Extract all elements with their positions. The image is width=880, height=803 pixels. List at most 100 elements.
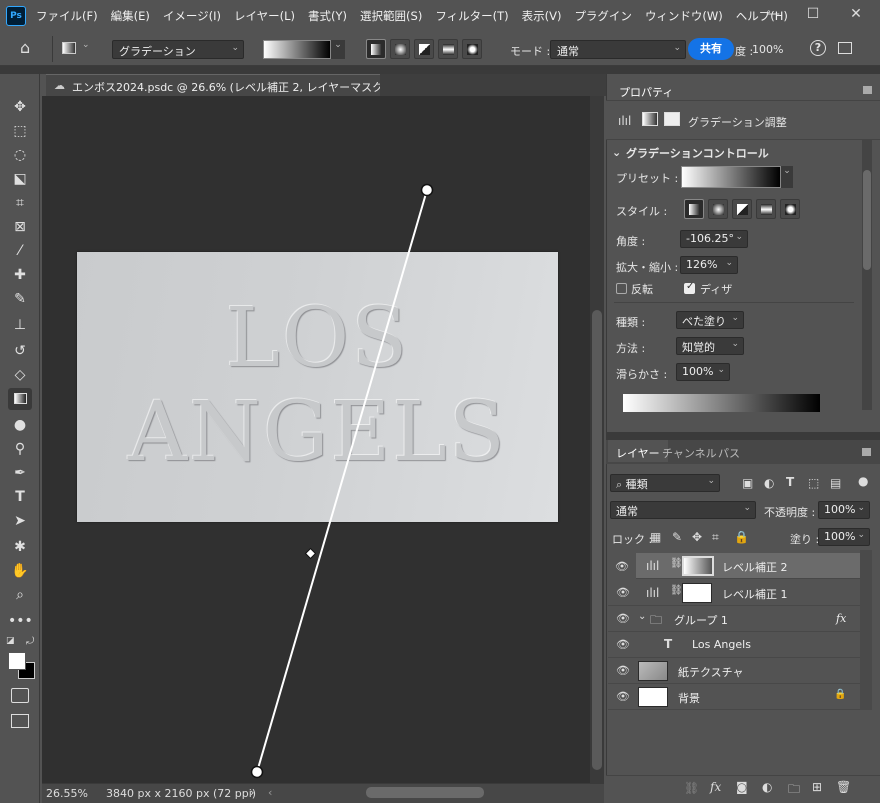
stamp-tool-icon[interactable]: ⊥ (8, 314, 32, 336)
workspace-icon[interactable] (838, 42, 852, 54)
screen-mode-icon[interactable] (11, 714, 29, 728)
status-menu-arrow[interactable]: › (250, 786, 254, 799)
blur-tool-icon[interactable]: ● (8, 414, 32, 436)
visibility-eye-icon[interactable]: 👁 (616, 690, 630, 703)
gradient-ramp-bar[interactable] (623, 394, 820, 412)
zoom-level[interactable]: 26.55% (46, 787, 88, 800)
move-tool-icon[interactable]: ✥ (8, 96, 32, 118)
scroll-left-icon[interactable]: ‹ (268, 786, 272, 799)
blend-mode-dropdown[interactable]: 通常 ⌄ (550, 40, 686, 59)
visibility-eye-icon[interactable]: 👁 (615, 560, 629, 573)
style-angle-button[interactable] (732, 199, 752, 219)
menu-edit[interactable]: 編集(E) (111, 8, 150, 24)
menu-view[interactable]: 表示(V) (522, 8, 562, 24)
visibility-eye-icon[interactable]: 👁 (616, 638, 630, 651)
share-button[interactable]: 共有 (688, 38, 734, 60)
layer-blend-mode-dropdown[interactable]: 通常 ⌄ (610, 501, 756, 519)
gradient-mode-dropdown[interactable]: グラデーション ⌄ (112, 40, 244, 59)
menu-filter[interactable]: フィルター(T) (435, 8, 508, 24)
menu-file[interactable]: ファイル(F) (36, 8, 98, 24)
path-selection-tool-icon[interactable]: ➤ (8, 510, 32, 532)
menu-plugins[interactable]: プラグイン (574, 8, 632, 24)
shape-tool-icon[interactable]: ✱ (8, 536, 32, 558)
gradient-start-handle[interactable] (420, 183, 434, 197)
lock-artboard-icon[interactable]: ⌗ (712, 530, 719, 545)
section-chevron-icon[interactable]: ⌄ (612, 146, 621, 159)
foreground-color-swatch[interactable] (8, 652, 26, 670)
filter-adjustment-icon[interactable]: ◐ (764, 476, 774, 490)
quick-mask-icon[interactable] (11, 688, 29, 703)
layer-opacity-input[interactable]: 100% ⌄ (818, 501, 870, 519)
method-dropdown[interactable]: 知覚的 ⌄ (676, 337, 744, 355)
angle-gradient-button[interactable] (414, 39, 434, 59)
diamond-gradient-button[interactable] (462, 39, 482, 59)
crop-tool-icon[interactable]: ⌗ (8, 192, 32, 214)
menu-layer[interactable]: レイヤー(L) (234, 8, 295, 24)
dither-checkbox[interactable] (684, 281, 695, 294)
healing-brush-tool-icon[interactable]: ✚ (8, 264, 32, 286)
visibility-eye-icon[interactable]: 👁 (616, 612, 630, 625)
filter-toggle-icon[interactable]: ● (858, 474, 868, 488)
menu-window[interactable]: ウィンドウ(W) (645, 8, 723, 24)
pen-tool-icon[interactable]: ✒ (8, 462, 32, 484)
menu-type[interactable]: 書式(Y) (308, 8, 347, 24)
layer-row-group-1[interactable]: 👁 ⌄ 🗀 グループ 1 fx (608, 606, 860, 632)
filter-smart-object-icon[interactable]: ▤ (830, 476, 841, 490)
reverse-checkbox[interactable] (616, 283, 627, 294)
gradient-preview[interactable] (263, 40, 331, 59)
default-colors-icon[interactable]: ◪ (6, 636, 15, 646)
angle-input[interactable]: -106.25° ⌄ (680, 230, 748, 248)
mask-icon[interactable] (664, 112, 680, 126)
brush-tool-icon[interactable]: ✎ (8, 288, 32, 310)
reflected-gradient-button[interactable] (438, 39, 458, 59)
gradient-midpoint-handle[interactable] (304, 547, 317, 560)
chevron-down-icon[interactable]: ⌄ (82, 40, 90, 50)
layer-filter-dropdown[interactable]: ⌕ 種類 ⌄ (610, 474, 720, 492)
add-mask-icon[interactable]: ◙ (736, 780, 748, 794)
menu-select[interactable]: 選択範囲(S) (360, 8, 422, 24)
close-window-icon[interactable]: ✕ (846, 6, 866, 26)
lock-position-icon[interactable]: ✥ (692, 530, 702, 544)
filter-pixel-icon[interactable]: ▣ (742, 476, 753, 490)
scale-input[interactable]: 126% ⌄ (680, 256, 738, 274)
gradient-end-handle[interactable] (250, 765, 264, 779)
new-group-icon[interactable]: 🗀 (788, 780, 800, 801)
linear-gradient-button[interactable] (366, 39, 386, 59)
smoothness-input[interactable]: 100% ⌄ (676, 363, 730, 381)
layer-fill-input[interactable]: 100% ⌄ (818, 528, 870, 546)
style-linear-button[interactable] (684, 199, 704, 219)
preset-chevron-icon[interactable]: ⌄ (781, 166, 793, 188)
layer-row-levels-2[interactable]: ılıl ⛓ レベル補正 2 (636, 553, 860, 579)
style-radial-button[interactable] (708, 199, 728, 219)
panel-menu-icon[interactable] (862, 448, 871, 456)
style-reflected-button[interactable] (756, 199, 776, 219)
horizontal-scroll-thumb[interactable] (366, 787, 484, 798)
frame-tool-icon[interactable]: ⊠ (8, 216, 32, 238)
properties-scroll-thumb[interactable] (863, 170, 871, 270)
swap-colors-icon[interactable]: ⤾ (26, 636, 34, 647)
layer-mask-thumbnail[interactable] (682, 556, 714, 576)
layer-mask-thumbnail[interactable] (682, 583, 712, 603)
gradient-tool-icon[interactable] (8, 388, 32, 410)
tab-properties[interactable]: プロパティ (611, 80, 682, 102)
lasso-tool-icon[interactable]: ◌ (8, 144, 32, 166)
gradient-adjustment-icon[interactable] (642, 112, 658, 126)
new-layer-icon[interactable]: ⊞ (812, 780, 822, 794)
lock-pixels-icon[interactable]: ✎ (672, 530, 682, 544)
layer-row-los-angels[interactable]: 👁 T Los Angels (608, 632, 860, 658)
lock-all-icon[interactable]: 🔒 (734, 530, 749, 544)
hand-tool-icon[interactable]: ✋ (8, 560, 32, 582)
style-diamond-button[interactable] (780, 199, 800, 219)
gradient-picker-chevron-icon[interactable]: ⌄ (331, 40, 345, 59)
more-tools-icon[interactable]: ••• (8, 610, 33, 632)
layer-row-background[interactable]: 👁 背景 🔒 (608, 684, 860, 710)
gradient-tool-preset-icon[interactable] (62, 42, 76, 54)
menu-image[interactable]: イメージ(I) (163, 8, 221, 24)
history-brush-tool-icon[interactable]: ↺ (8, 340, 32, 362)
document-tab[interactable]: エンボス2024.psdc @ 26.6% (レベル補正 2, レイヤーマスク/… (46, 74, 424, 96)
radial-gradient-button[interactable] (390, 39, 410, 59)
dodge-tool-icon[interactable]: ⚲ (8, 438, 32, 460)
visibility-eye-icon[interactable]: 👁 (616, 664, 630, 677)
vertical-scroll-thumb[interactable] (592, 310, 602, 770)
lock-transparent-icon[interactable]: ▦ (650, 530, 661, 544)
